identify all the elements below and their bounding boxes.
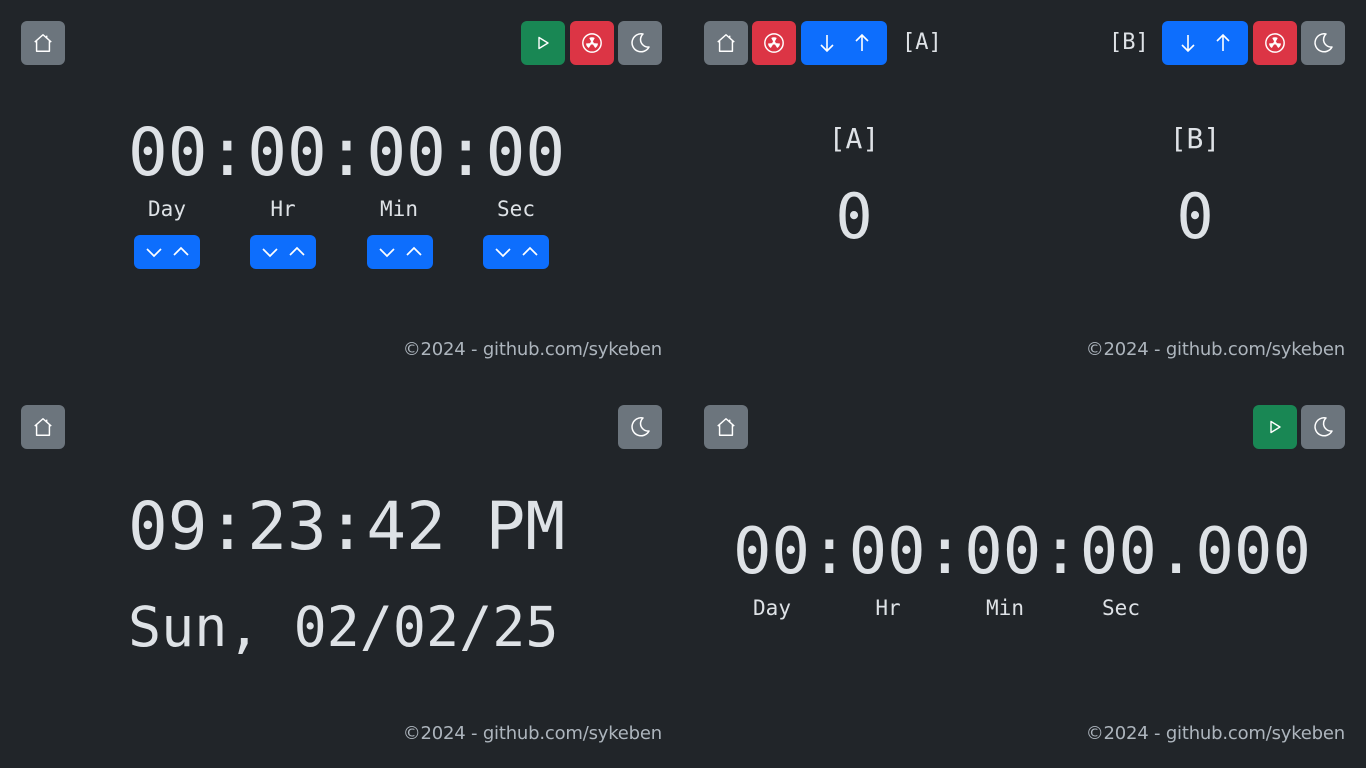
team-b-label: [B] — [1109, 30, 1149, 55]
timer-panel: 00:00:00:00 Day Hr Min Sec ©2024 - githu… — [0, 0, 683, 384]
timer-display: 00:00:00:00 — [128, 114, 566, 191]
footer-credit: ©2024 - github.com/sykeben — [402, 339, 663, 360]
footer-credit: ©2024 - github.com/sykeben — [1085, 723, 1346, 744]
moon-icon — [631, 417, 650, 437]
reset-scores-button[interactable] — [1253, 21, 1297, 65]
team-a-score: 0 — [835, 180, 873, 253]
unit-label-hr: Hr — [270, 197, 296, 221]
stopwatch-display: 00:00:00:00.000 — [733, 515, 1311, 589]
theme-toggle-button[interactable] — [1301, 21, 1345, 65]
chevron-up-icon[interactable] — [172, 246, 190, 258]
team-b-heading: [B] — [1169, 122, 1221, 155]
team-a-label: [A] — [902, 30, 942, 55]
unit-label-min: Min — [380, 197, 418, 221]
footer-credit: ©2024 - github.com/sykeben — [402, 723, 663, 744]
moon-icon — [1314, 33, 1333, 53]
home-button[interactable] — [704, 405, 748, 449]
home-icon — [717, 418, 735, 436]
play-icon — [538, 36, 549, 50]
footer-credit: ©2024 - github.com/sykeben — [1085, 339, 1346, 360]
team-b-score: 0 — [1176, 180, 1214, 253]
scoreboard-panel: [A] [B] [A] 0 [B] 0 ©2024 - github.com/s… — [683, 0, 1366, 384]
theme-toggle-button[interactable] — [1301, 405, 1345, 449]
reset-button[interactable] — [570, 21, 614, 65]
team-b-score-adjust — [1162, 21, 1248, 65]
chevron-down-icon[interactable] — [261, 246, 279, 258]
arrow-down-icon[interactable] — [1180, 33, 1196, 53]
theme-toggle-button[interactable] — [618, 21, 662, 65]
home-button[interactable] — [704, 21, 748, 65]
arrow-up-icon[interactable] — [1215, 33, 1231, 53]
unit-label-day: Day — [148, 197, 186, 221]
unit-label-min: Min — [986, 596, 1024, 620]
play-icon — [1270, 420, 1281, 434]
chevron-up-icon[interactable] — [288, 246, 306, 258]
moon-icon — [1314, 417, 1333, 437]
start-button[interactable] — [1253, 405, 1297, 449]
unit-label-sec: Sec — [497, 197, 535, 221]
home-button[interactable] — [21, 21, 65, 65]
stopwatch-panel: 00:00:00:00.000 Day Hr Min Sec ©2024 - g… — [683, 384, 1366, 768]
chevron-down-icon[interactable] — [145, 246, 163, 258]
radiation-reset-icon — [1265, 33, 1285, 53]
chevron-down-icon[interactable] — [494, 246, 512, 258]
moon-icon — [631, 33, 650, 53]
home-icon — [34, 418, 52, 436]
arrow-up-icon[interactable] — [854, 33, 870, 53]
theme-toggle-button[interactable] — [618, 405, 662, 449]
clock-panel: 09:23:42 PM Sun, 02/02/25 ©2024 - github… — [0, 384, 683, 768]
chevron-up-icon[interactable] — [521, 246, 539, 258]
chevron-up-icon[interactable] — [405, 246, 423, 258]
clock-time: 09:23:42 PM — [128, 488, 566, 565]
chevron-down-icon[interactable] — [378, 246, 396, 258]
unit-label-day: Day — [753, 596, 791, 620]
team-a-score-adjust — [801, 21, 887, 65]
reset-scores-button[interactable] — [752, 21, 796, 65]
home-icon — [717, 34, 735, 52]
start-button[interactable] — [521, 21, 565, 65]
min-adjust-group — [367, 235, 433, 269]
team-a-heading: [A] — [828, 122, 880, 155]
hr-adjust-group — [250, 235, 316, 269]
home-button[interactable] — [21, 405, 65, 449]
arrow-down-icon[interactable] — [819, 33, 835, 53]
day-adjust-group — [134, 235, 200, 269]
unit-label-hr: Hr — [875, 596, 901, 620]
home-icon — [34, 34, 52, 52]
clock-date: Sun, 02/02/25 — [128, 595, 559, 659]
unit-label-sec: Sec — [1102, 596, 1140, 620]
sec-adjust-group — [483, 235, 549, 269]
radiation-reset-icon — [764, 33, 784, 53]
radiation-reset-icon — [582, 33, 602, 53]
